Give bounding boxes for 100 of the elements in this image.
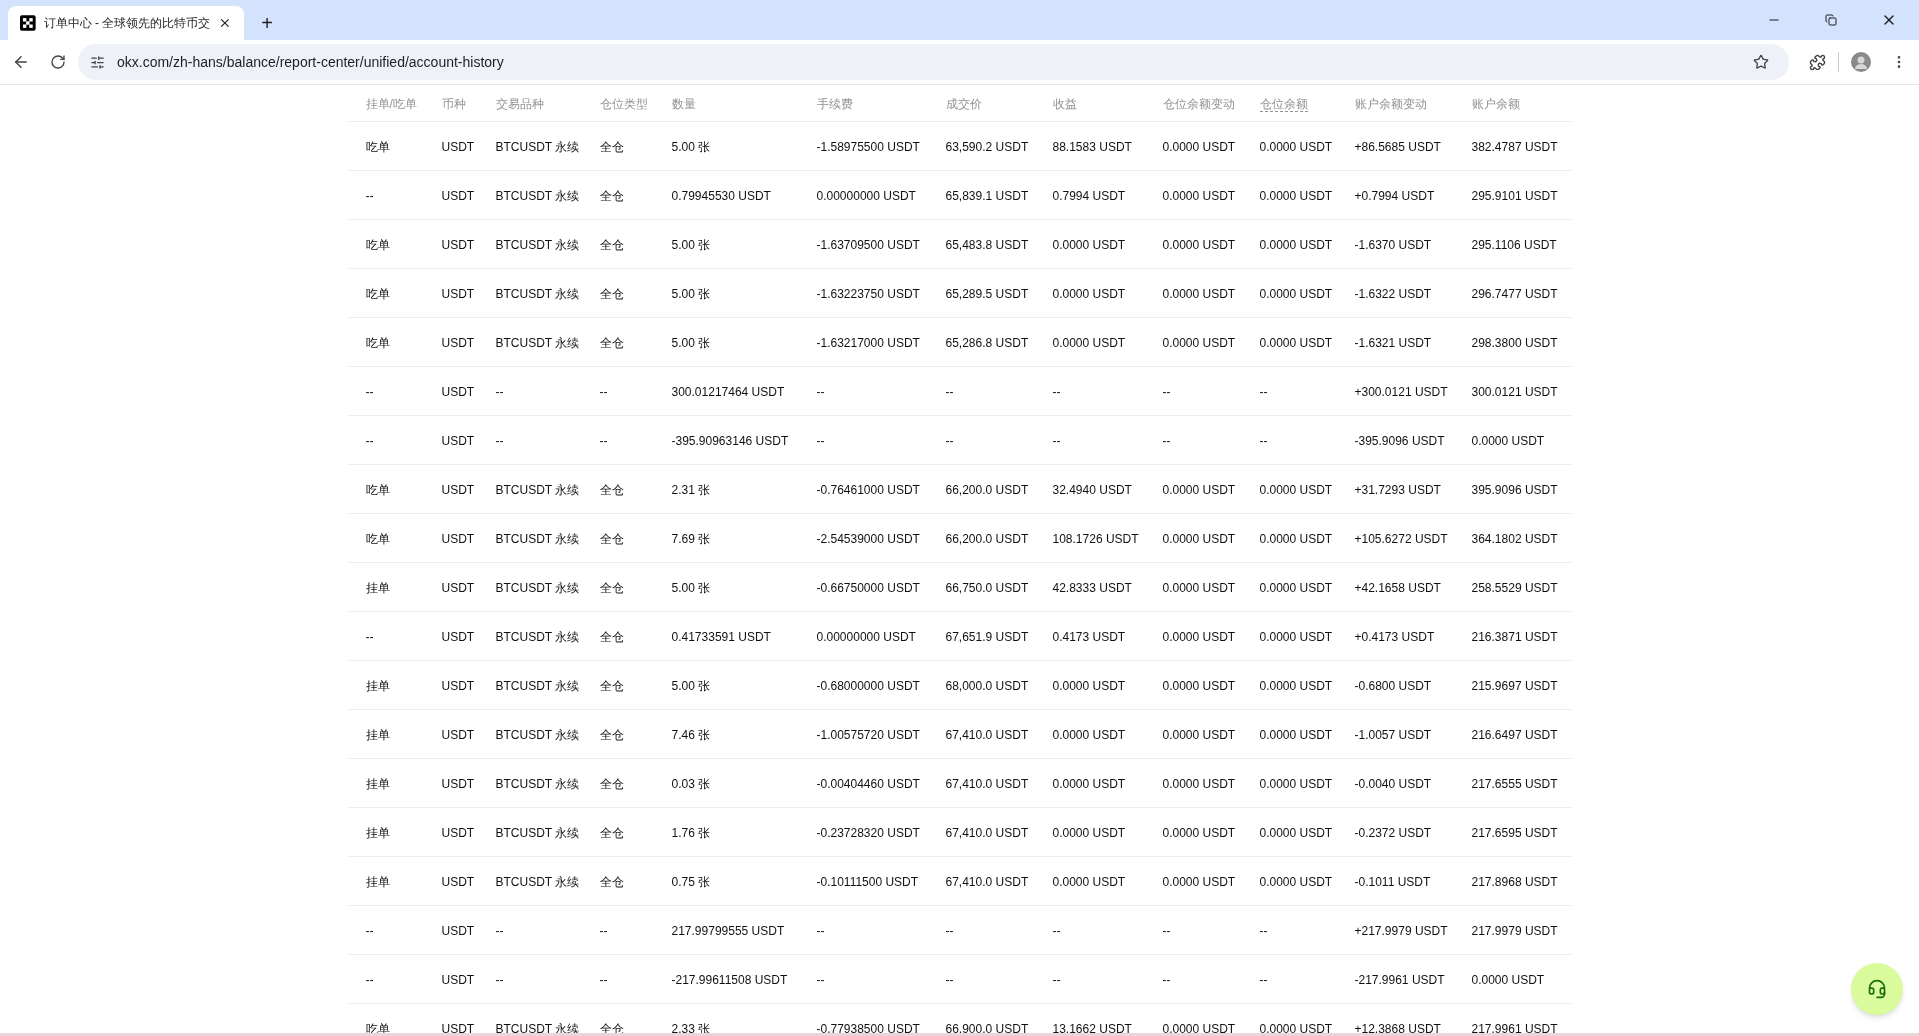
restore-icon[interactable] (1825, 14, 1837, 26)
table-cell: -1.6322 USDT (1354, 287, 1432, 301)
table-cell: 217.9979 USDT (1471, 924, 1558, 938)
table-cell: -0.1011 USDT (1354, 875, 1431, 889)
column-header: 收益 (1052, 97, 1077, 111)
table-cell: 217.8968 USDT (1471, 875, 1558, 889)
table-cell: 挂单 (365, 679, 390, 693)
table-cell: -1.6370 USDT (1354, 238, 1432, 252)
table-cell: USDT (441, 140, 475, 154)
table-cell: 0.0000 USDT (1162, 483, 1236, 497)
table-cell: USDT (441, 385, 475, 399)
table-cell: -- (1052, 434, 1061, 448)
table-cell: 0.0000 USDT (1259, 581, 1333, 595)
table-cell: USDT (441, 581, 475, 595)
table-cell: 0.0000 USDT (1471, 434, 1545, 448)
table-cell: 216.3871 USDT (1471, 630, 1558, 644)
table-cell: 66,200.0 USDT (945, 483, 1029, 497)
reload-icon[interactable] (50, 54, 66, 70)
table-cell: -- (599, 973, 608, 987)
table-cell: 0.7994 USDT (1052, 189, 1126, 203)
table-cell: USDT (441, 434, 475, 448)
table-cell: 0.0000 USDT (1162, 728, 1236, 742)
table-cell: BTCUSDT 永续 (495, 238, 580, 252)
profile-avatar-icon[interactable] (1851, 52, 1871, 72)
site-info-icon[interactable] (90, 54, 105, 70)
table-cell: USDT (441, 826, 475, 840)
table-cell: 0.0000 USDT (1052, 875, 1126, 889)
table-cell: 66,750.0 USDT (945, 581, 1029, 595)
table-cell: -- (1162, 924, 1171, 938)
table-cell: 5.00 张 (671, 287, 711, 301)
table-cell: USDT (441, 924, 475, 938)
table-cell: +105.6272 USDT (1354, 532, 1448, 546)
table-cell: -217.99611508 USDT (671, 973, 788, 987)
table-cell: 0.0000 USDT (1052, 728, 1126, 742)
table-cell: 5.00 张 (671, 581, 711, 595)
table-cell: +12.3868 USDT (1354, 1022, 1441, 1036)
table-cell: 0.75 张 (671, 875, 711, 889)
table-cell: 全仓 (599, 287, 624, 301)
table-cell: -- (365, 434, 374, 448)
table-cell: -- (945, 973, 954, 987)
table-cell: 216.6497 USDT (1471, 728, 1558, 742)
table-cell: 0.0000 USDT (1259, 483, 1333, 497)
table-cell: BTCUSDT 永续 (495, 728, 580, 742)
table-cell: 全仓 (599, 777, 624, 791)
table-cell: -- (816, 434, 825, 448)
extensions-icon[interactable] (1809, 53, 1826, 71)
table-cell: 0.0000 USDT (1259, 189, 1333, 203)
table-cell: 0.0000 USDT (1162, 238, 1236, 252)
table-cell: 0.79945530 USDT (671, 189, 771, 203)
table-cell: 0.0000 USDT (1259, 728, 1333, 742)
table-cell: 0.00000000 USDT (816, 189, 916, 203)
table-cell: 0.0000 USDT (1471, 973, 1545, 987)
close-icon[interactable] (218, 16, 232, 30)
table-cell: USDT (441, 973, 475, 987)
table-cell: -- (945, 924, 954, 938)
table-cell: 295.9101 USDT (1471, 189, 1558, 203)
table-cell: BTCUSDT 永续 (495, 826, 580, 840)
table-cell: 67,410.0 USDT (945, 777, 1029, 791)
address-bar[interactable]: okx.com/zh-hans/balance/report-center/unified/account-history (78, 44, 1789, 80)
column-header: 数量 (671, 97, 696, 111)
table-cell: BTCUSDT 永续 (495, 140, 580, 154)
table-cell: 0.0000 USDT (1259, 238, 1333, 252)
new-tab-button[interactable]: + (252, 6, 282, 40)
table-cell: -1.6321 USDT (1354, 336, 1432, 350)
table-cell: -- (599, 924, 608, 938)
table-cell: -- (495, 385, 504, 399)
table-cell: BTCUSDT 永续 (495, 875, 580, 889)
table-cell: -0.68000000 USDT (816, 679, 920, 693)
table-cell: 吃单 (365, 532, 390, 546)
table-cell: -- (1259, 973, 1268, 987)
table-cell: 0.0000 USDT (1259, 140, 1333, 154)
table-cell: USDT (441, 1022, 475, 1036)
browser-tab[interactable]: 订单中心 - 全球领先的比特币交 (8, 6, 244, 40)
table-cell: 吃单 (365, 238, 390, 252)
table-cell: +217.9979 USDT (1354, 924, 1448, 938)
table-cell: 217.6555 USDT (1471, 777, 1558, 791)
table-cell: 0.0000 USDT (1162, 140, 1236, 154)
column-header: 币种 (441, 97, 466, 111)
table-cell: BTCUSDT 永续 (495, 483, 580, 497)
table-cell: 全仓 (599, 238, 624, 252)
table-cell: 65,286.8 USDT (945, 336, 1029, 350)
table-cell: 215.9697 USDT (1471, 679, 1558, 693)
table-cell: 0.0000 USDT (1052, 777, 1126, 791)
table-cell: -1.58975500 USDT (816, 140, 920, 154)
back-icon[interactable] (12, 53, 30, 71)
bookmark-star-icon[interactable] (1753, 54, 1769, 70)
table-cell: -0.2372 USDT (1354, 826, 1432, 840)
table-cell: 0.41733591 USDT (671, 630, 771, 644)
table-cell: 7.69 张 (671, 532, 711, 546)
table-cell: 0.0000 USDT (1259, 630, 1333, 644)
support-button[interactable] (1851, 963, 1903, 1015)
favicon-icon (20, 15, 36, 31)
table-cell: -- (816, 924, 825, 938)
table-cell: 全仓 (599, 728, 624, 742)
table-cell: 298.3800 USDT (1471, 336, 1558, 350)
table-cell: 65,289.5 USDT (945, 287, 1029, 301)
table-cell: 0.0000 USDT (1259, 679, 1333, 693)
table-cell: 7.46 张 (671, 728, 711, 742)
table-cell: -2.54539000 USDT (816, 532, 920, 546)
table-cell: 0.0000 USDT (1162, 777, 1236, 791)
